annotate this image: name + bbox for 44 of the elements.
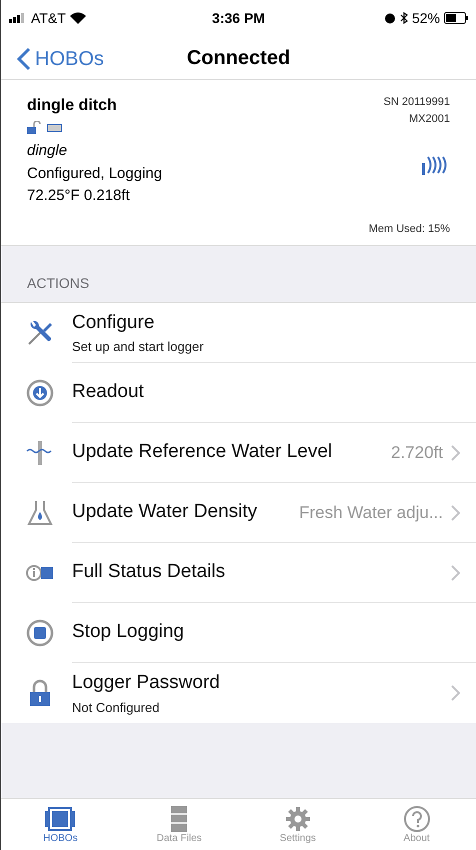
action-title: Update Reference Water Level xyxy=(72,440,334,464)
serial-number: SN 20119991 xyxy=(384,95,450,110)
action-row[interactable]: Stop Logging xyxy=(1,603,476,663)
action-title: Update Water Density xyxy=(72,500,258,524)
logger-icon xyxy=(44,805,76,833)
back-button[interactable]: HOBOs xyxy=(17,44,104,74)
battery-icon xyxy=(47,122,63,132)
bluetooth-icon xyxy=(400,12,408,24)
clock-time: 3:36 PM xyxy=(212,8,265,28)
device-state: Configured, Logging xyxy=(27,164,164,184)
action-title: Readout xyxy=(72,380,145,404)
carrier-name: AT&T xyxy=(31,8,66,28)
battery-icon xyxy=(444,12,468,24)
tab-bar-item[interactable]: HOBOs xyxy=(1,799,120,850)
action-row[interactable]: Configure Set up and start logger xyxy=(1,303,476,363)
download-circle-icon xyxy=(25,378,55,408)
stop-circle-icon xyxy=(25,618,55,648)
flask-icon xyxy=(25,498,55,528)
battery-percent: 52% xyxy=(412,8,440,28)
action-title: Logger Password xyxy=(72,671,221,695)
memory-used: Mem Used: 15% xyxy=(368,222,450,236)
signal-icon xyxy=(9,13,27,23)
action-title: Full Status Details xyxy=(72,560,226,584)
alarm-icon xyxy=(384,12,396,24)
device-name: dingle ditch xyxy=(27,96,118,116)
screen-title: Connected xyxy=(186,46,290,70)
action-subtitle: Set up and start logger xyxy=(72,338,205,356)
section-header: ACTIONS xyxy=(27,274,90,293)
model-number: MX2001 xyxy=(409,112,450,126)
chevron-left-icon xyxy=(17,47,31,71)
action-subtitle: Not Configured xyxy=(72,698,160,717)
action-value: Fresh Water adju... xyxy=(299,502,443,524)
device-reading: 72.25°F 0.218ft xyxy=(27,186,131,206)
action-row[interactable]: Logger Password Not Configured xyxy=(1,663,476,723)
action-title: Stop Logging xyxy=(72,620,185,644)
unlocked-icon xyxy=(27,121,41,134)
action-value: 2.720ft xyxy=(391,442,443,464)
action-row[interactable]: Readout xyxy=(1,363,476,423)
action-row[interactable]: Full Status Details xyxy=(1,543,476,603)
action-title: Configure xyxy=(72,310,156,334)
action-row[interactable]: Update Water Density Fresh Water adju... xyxy=(1,483,476,543)
device-label: dingle xyxy=(27,141,68,161)
wifi-icon xyxy=(70,12,86,24)
action-row[interactable]: Update Reference Water Level 2.720ft xyxy=(1,423,476,483)
